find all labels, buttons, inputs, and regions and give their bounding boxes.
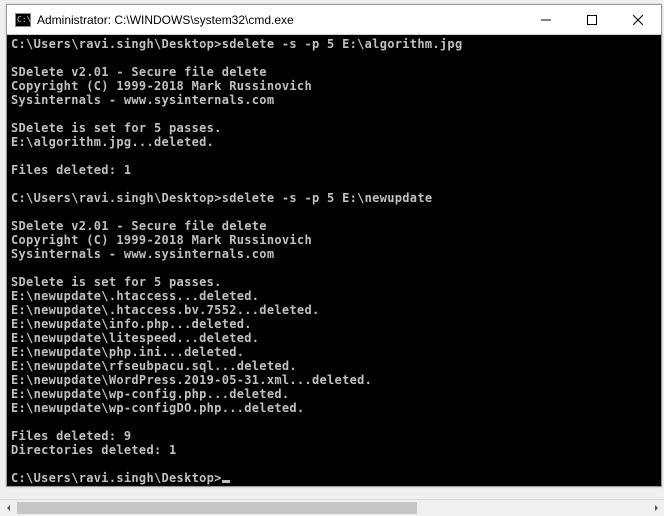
terminal-text: C:\Users\ravi.singh\Desktop>sdelete -s -… (11, 37, 462, 485)
close-button[interactable] (615, 5, 661, 34)
minimize-button[interactable] (523, 5, 569, 34)
scroll-thumb[interactable] (17, 502, 417, 514)
window-controls (523, 5, 661, 34)
scroll-left-arrow[interactable] (0, 500, 17, 516)
cmd-icon: C:\ (15, 13, 31, 27)
window-title: Administrator: C:\WINDOWS\system32\cmd.e… (37, 13, 523, 27)
cursor (222, 480, 230, 483)
maximize-button[interactable] (569, 5, 615, 34)
scroll-right-arrow[interactable] (647, 500, 664, 516)
scroll-track[interactable] (17, 500, 647, 516)
cmd-window: C:\ Administrator: C:\WINDOWS\system32\c… (6, 4, 662, 487)
horizontal-scrollbar[interactable] (0, 499, 664, 516)
terminal-output[interactable]: C:\Users\ravi.singh\Desktop>sdelete -s -… (7, 35, 661, 486)
titlebar[interactable]: C:\ Administrator: C:\WINDOWS\system32\c… (7, 5, 661, 35)
